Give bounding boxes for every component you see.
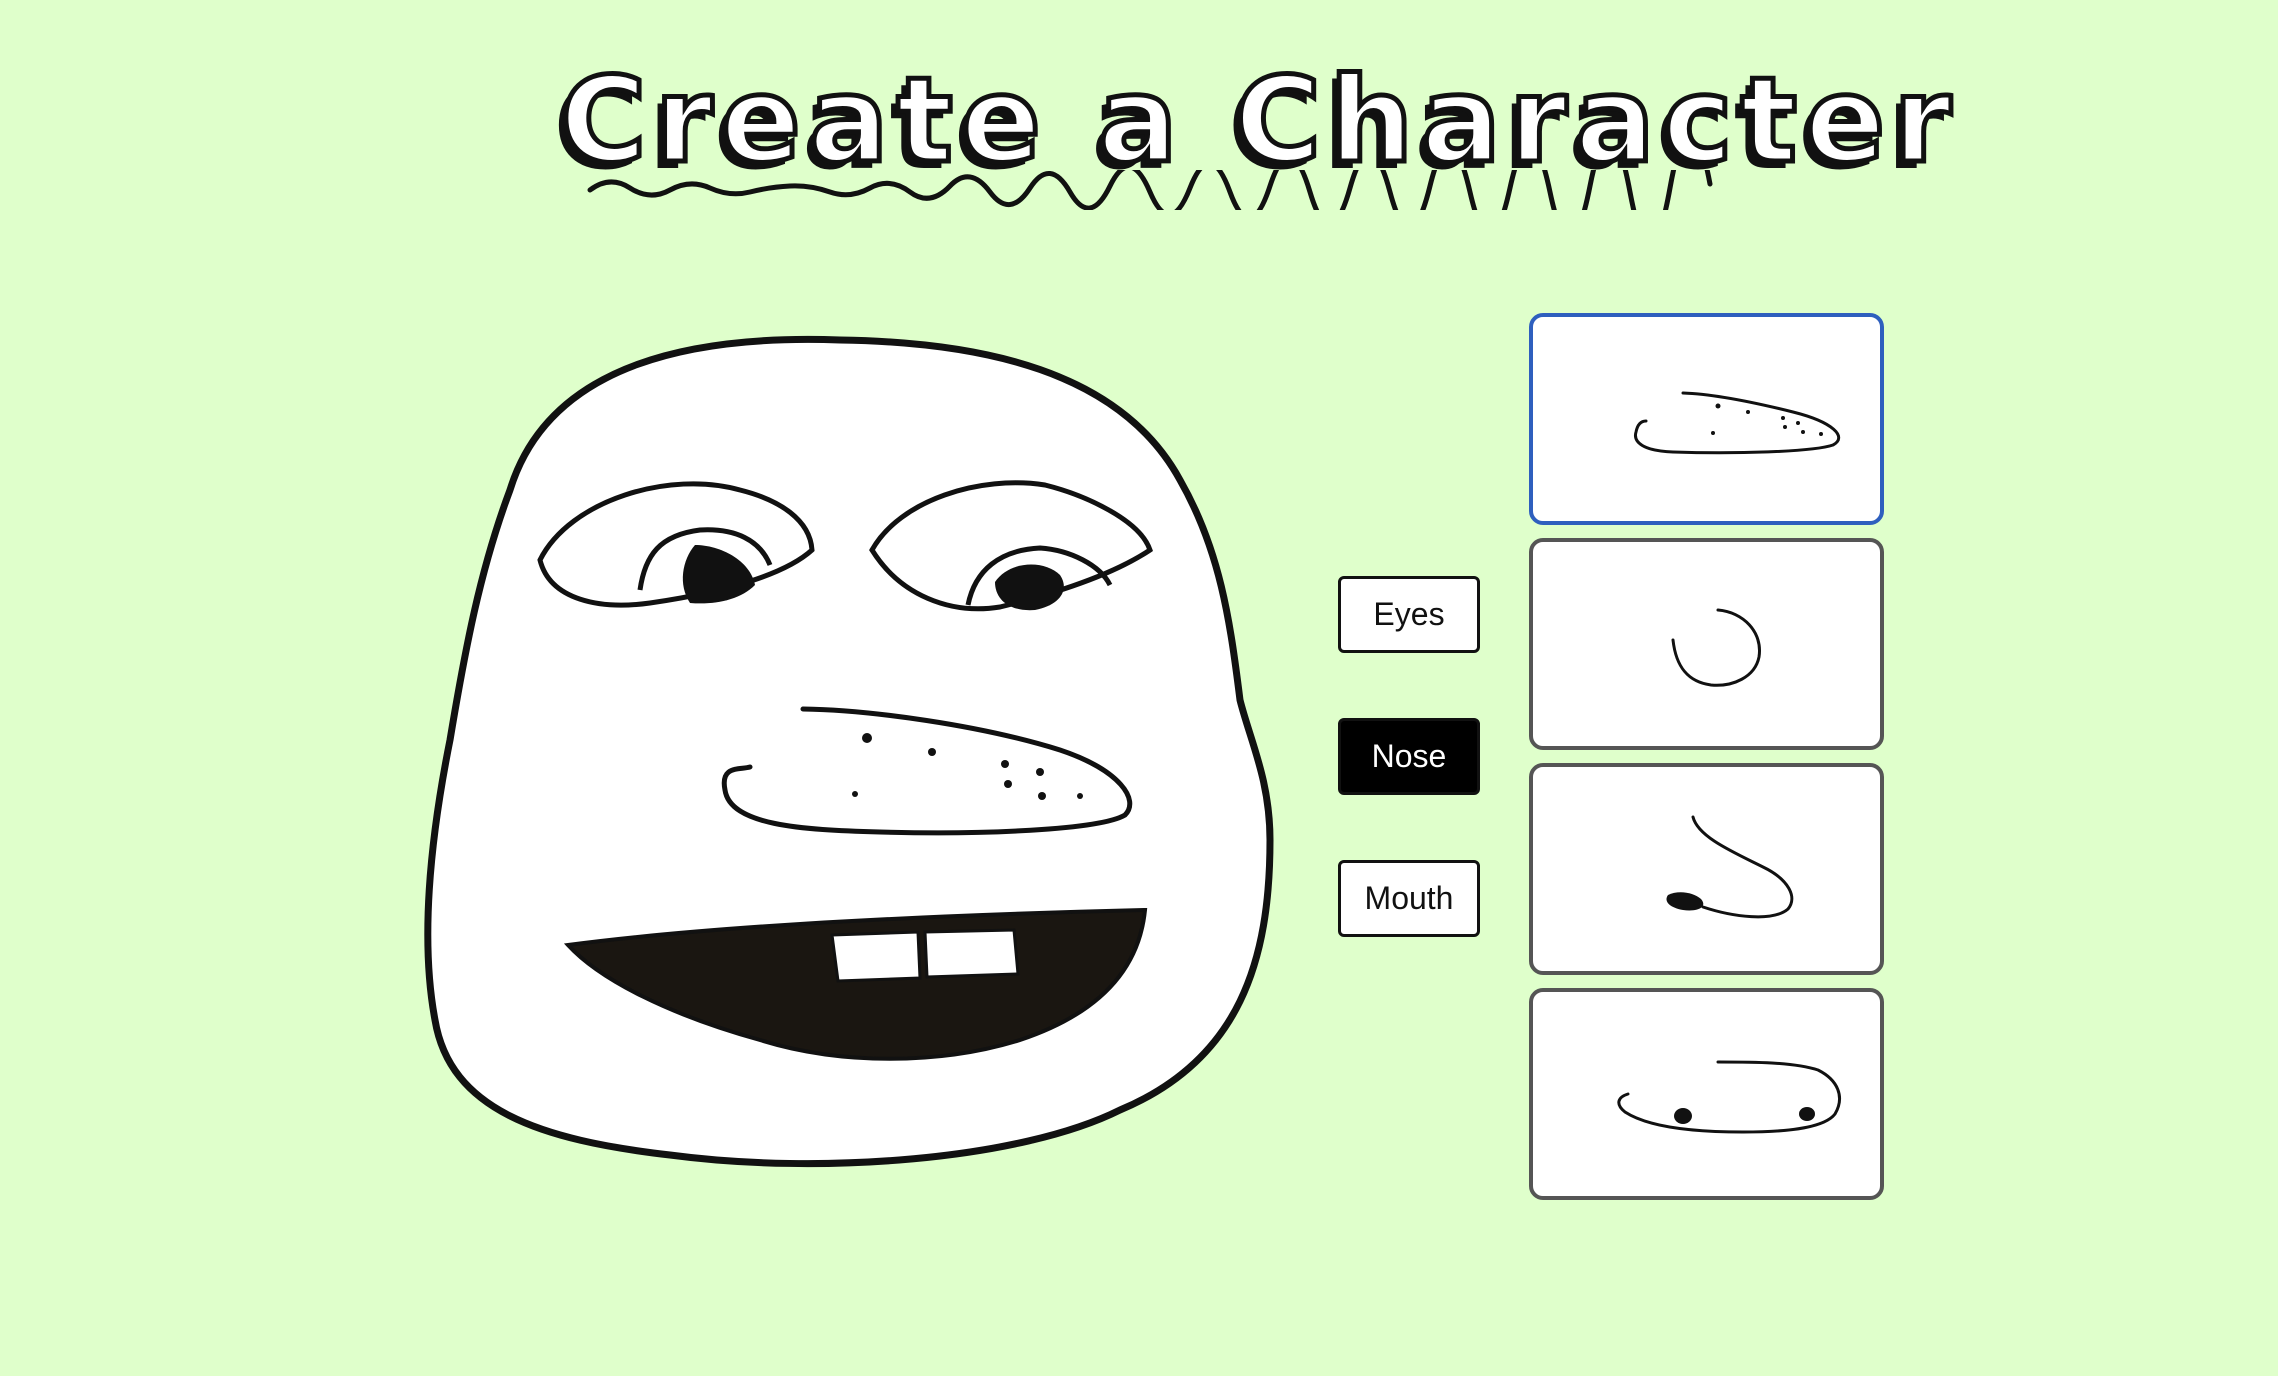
nose-option-2[interactable]	[1529, 538, 1884, 750]
nose-option-4[interactable]	[1529, 988, 1884, 1200]
eyes-button[interactable]: Eyes	[1338, 576, 1480, 653]
character-creator-page: Create a Character Eyes Nose Mouth	[0, 0, 2278, 1376]
round-nose-icon	[1671, 608, 1761, 687]
flat-nostril-nose-icon	[1617, 1060, 1841, 1134]
hooked-nose-icon	[1666, 815, 1794, 919]
mouth-button[interactable]: Mouth	[1338, 860, 1480, 937]
character-face	[424, 335, 1274, 1168]
nose-button[interactable]: Nose	[1338, 718, 1480, 795]
nose-option-1[interactable]	[1529, 313, 1884, 525]
long-freckled-nose-icon	[1634, 391, 1841, 455]
title-squiggle-underline	[587, 170, 1713, 210]
nose-option-3[interactable]	[1529, 763, 1884, 975]
